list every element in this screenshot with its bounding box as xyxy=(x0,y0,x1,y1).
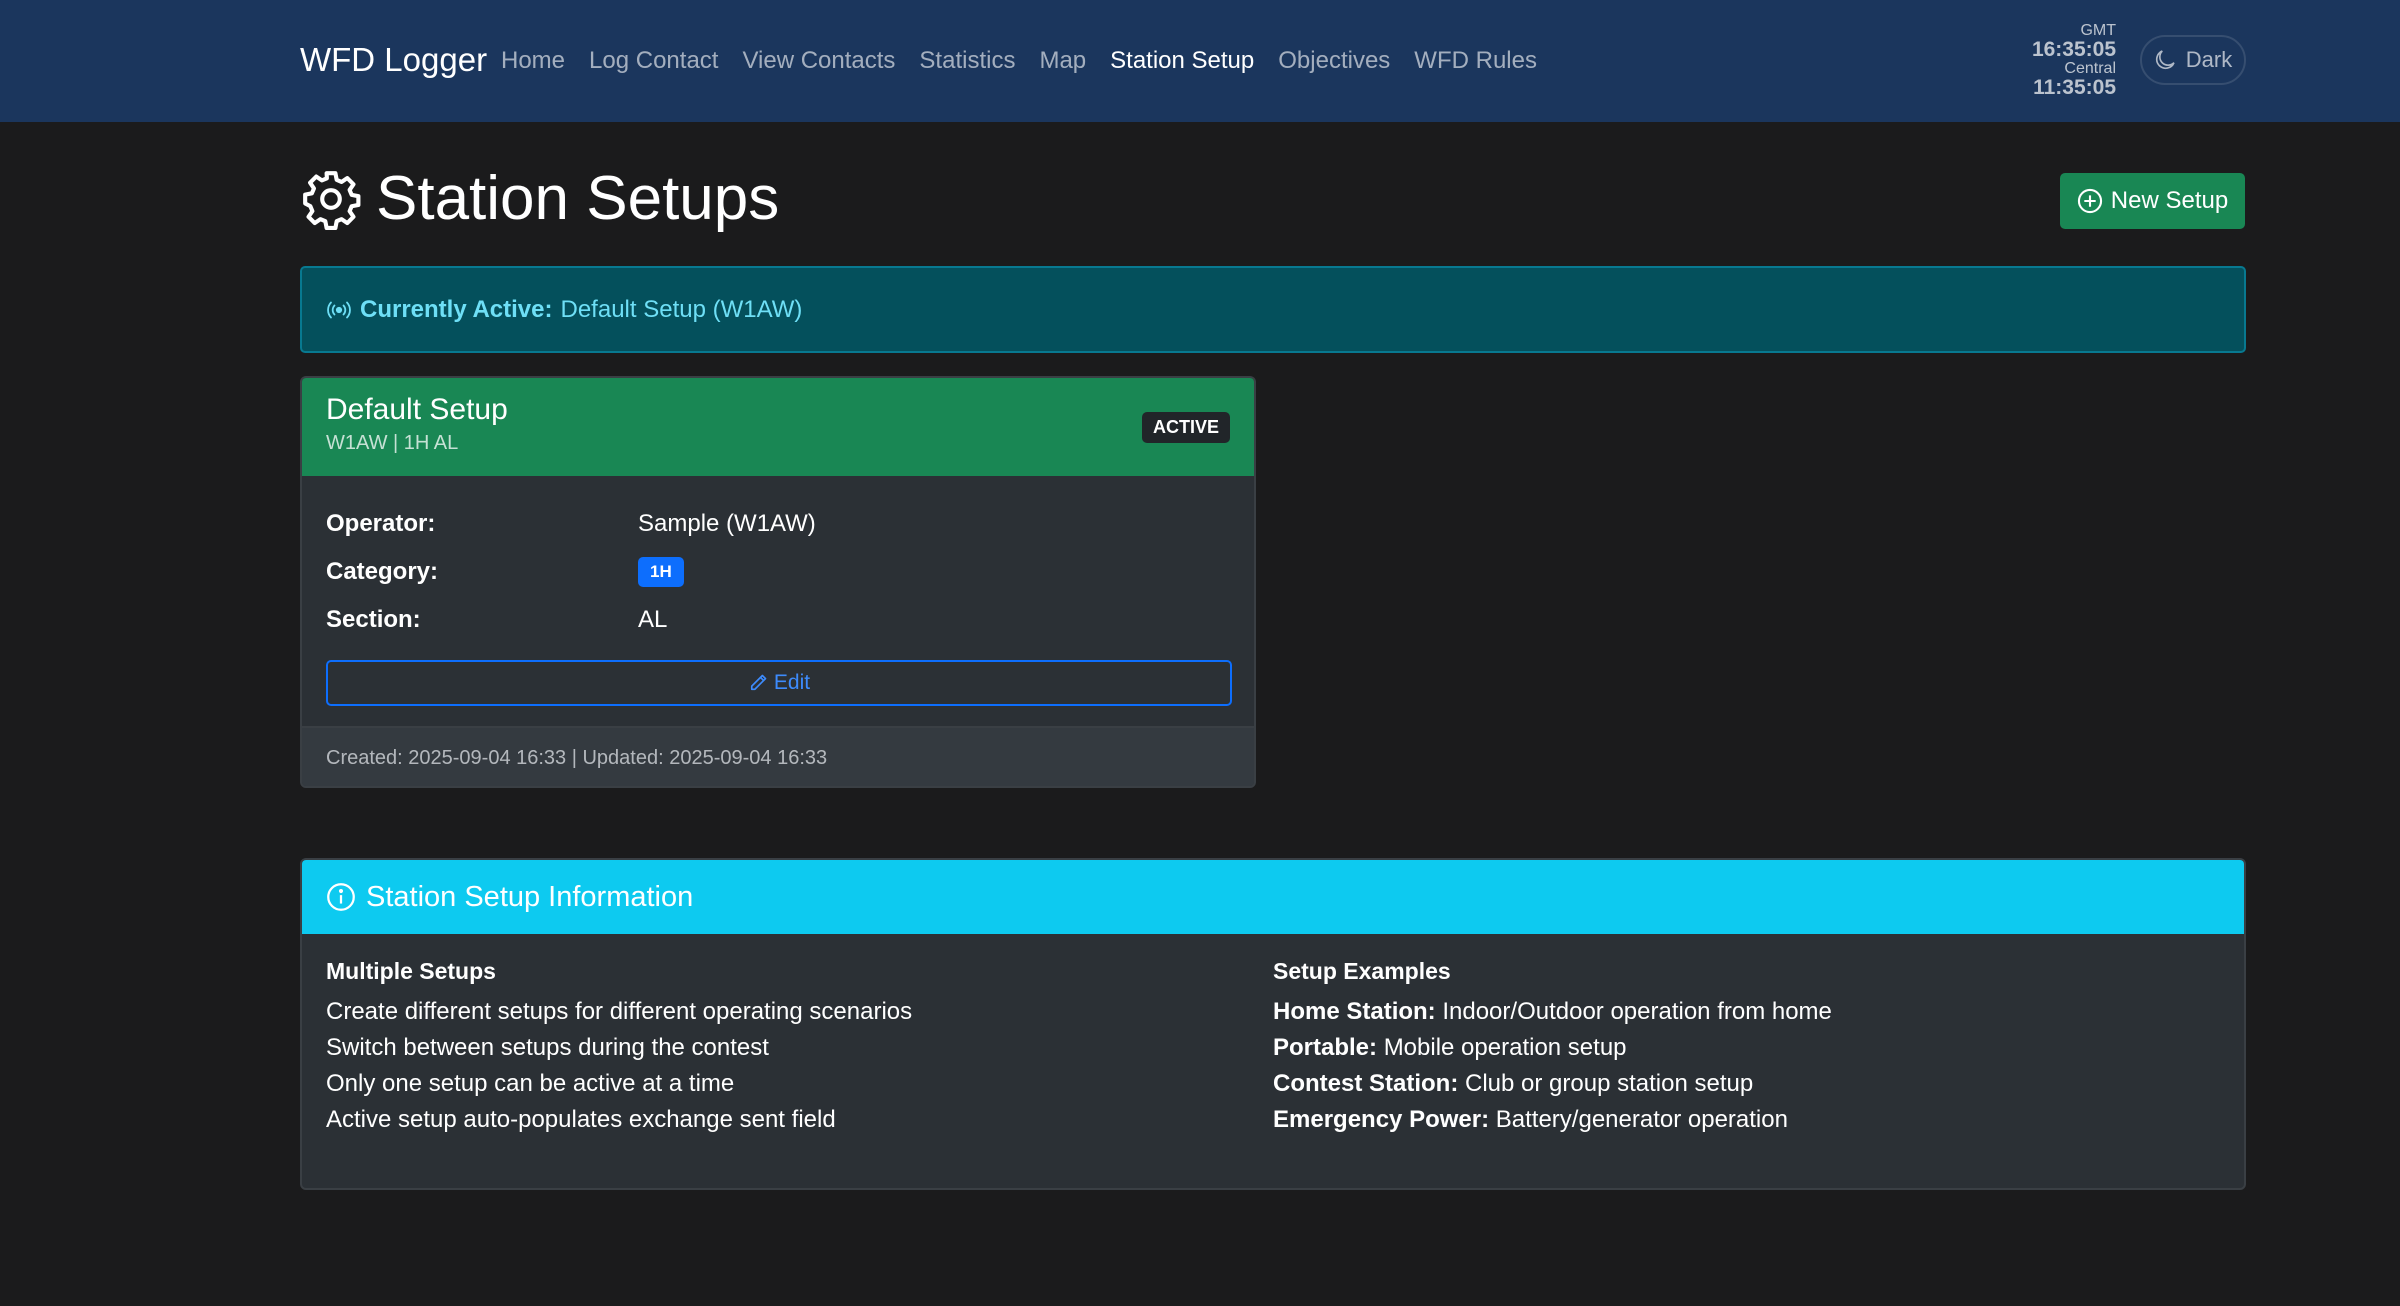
list-item: Switch between setups during the contest xyxy=(326,1034,769,1061)
setup-card-body: Operator: Sample (W1AW) Category: 1H Sec… xyxy=(302,476,1254,726)
nav-station-setup[interactable]: Station Setup xyxy=(1110,44,1254,78)
active-setup-alert: Currently Active: Default Setup (W1AW) xyxy=(300,266,2246,353)
theme-toggle-button[interactable]: Dark xyxy=(2140,35,2246,85)
category-row: Category: 1H xyxy=(326,548,1230,596)
example-text: Club or group station setup xyxy=(1465,1070,1754,1097)
example-label: Emergency Power: xyxy=(1273,1106,1490,1133)
list-item: Contest Station: Club or group station s… xyxy=(1273,1066,2220,1102)
gear-icon xyxy=(300,168,362,230)
edit-label: Edit xyxy=(773,671,811,694)
info-title: Station Setup Information xyxy=(366,880,694,913)
multiple-setups-heading: Multiple Setups xyxy=(326,958,496,984)
info-circle-icon xyxy=(326,882,356,912)
list-item: Active setup auto-populates exchange sen… xyxy=(326,1106,836,1133)
nav-log-contact[interactable]: Log Contact xyxy=(589,44,718,78)
section-value: AL xyxy=(638,606,668,633)
info-card-header: Station Setup Information xyxy=(302,860,2244,934)
nav-objectives[interactable]: Objectives xyxy=(1278,44,1390,78)
new-setup-label: New Setup xyxy=(2110,187,2229,214)
example-text: Mobile operation setup xyxy=(1383,1034,1627,1061)
gmt-time: 16:35:05 xyxy=(2031,38,2116,61)
new-setup-button[interactable]: New Setup xyxy=(2060,173,2245,229)
page-title: Station Setups xyxy=(300,162,779,236)
info-card: Station Setup Information Multiple Setup… xyxy=(300,858,2246,1190)
example-label: Home Station: xyxy=(1273,998,1436,1025)
moon-icon xyxy=(2154,49,2176,71)
setup-examples-column: Setup Examples Home Station: Indoor/Outd… xyxy=(1273,956,2220,1138)
active-label: Currently Active: xyxy=(360,295,553,323)
setup-examples-heading: Setup Examples xyxy=(1273,958,1451,984)
nav-view-contacts[interactable]: View Contacts xyxy=(742,44,895,78)
operator-value: Sample (W1AW) xyxy=(638,510,816,537)
setup-subtitle: W1AW | 1H AL xyxy=(326,432,459,454)
section-label: Section: xyxy=(326,606,421,633)
list-item: Home Station: Indoor/Outdoor operation f… xyxy=(1273,994,2220,1030)
setup-card-header: Default Setup W1AW | 1H AL ACTIVE xyxy=(302,378,1254,476)
example-label: Contest Station: xyxy=(1273,1070,1459,1097)
list-item: Portable: Mobile operation setup xyxy=(1273,1030,2220,1066)
broadcast-icon xyxy=(326,300,352,320)
page-title-text: Station Setups xyxy=(376,164,780,233)
nav-map[interactable]: Map xyxy=(1039,44,1086,78)
theme-toggle-label: Dark xyxy=(2185,47,2233,72)
setup-card-footer: Created: 2025-09-04 16:33 | Updated: 202… xyxy=(302,726,1254,786)
setup-title: Default Setup xyxy=(326,393,508,426)
example-text: Indoor/Outdoor operation from home xyxy=(1442,998,1832,1025)
list-item: Create different setups for different op… xyxy=(326,998,913,1025)
category-label: Category: xyxy=(326,558,439,585)
brand-link[interactable]: WFD Logger xyxy=(300,40,487,80)
plus-circle-icon xyxy=(2077,188,2103,214)
section-row: Section: AL xyxy=(326,596,1230,644)
example-text: Battery/generator operation xyxy=(1495,1106,1788,1133)
pencil-icon xyxy=(748,673,768,693)
category-badge: 1H xyxy=(638,557,684,587)
info-card-body: Multiple Setups Create different setups … xyxy=(302,934,2244,1138)
operator-label: Operator: xyxy=(326,510,436,537)
active-value: Default Setup (W1AW) xyxy=(560,295,803,323)
edit-button[interactable]: Edit xyxy=(326,660,1232,706)
nav-statistics[interactable]: Statistics xyxy=(919,44,1015,78)
list-item: Emergency Power: Battery/generator opera… xyxy=(1273,1102,2220,1138)
navbar: WFD Logger Home Log Contact View Contact… xyxy=(0,0,2400,122)
multiple-setups-column: Multiple Setups Create different setups … xyxy=(326,956,1273,1138)
example-label: Portable: xyxy=(1273,1034,1378,1061)
operator-row: Operator: Sample (W1AW) xyxy=(326,500,1230,548)
nav-wfd-rules[interactable]: WFD Rules xyxy=(1414,44,1537,78)
nav-links: Home Log Contact View Contacts Statistic… xyxy=(501,44,1537,78)
setup-card: Default Setup W1AW | 1H AL ACTIVE Operat… xyxy=(300,376,1256,788)
nav-home[interactable]: Home xyxy=(501,44,565,78)
list-item: Only one setup can be active at a time xyxy=(326,1070,735,1097)
local-time: 11:35:05 xyxy=(2033,76,2116,99)
clock: GMT 16:35:05 Central 11:35:05 xyxy=(2032,22,2116,98)
active-badge: ACTIVE xyxy=(1141,412,1230,443)
